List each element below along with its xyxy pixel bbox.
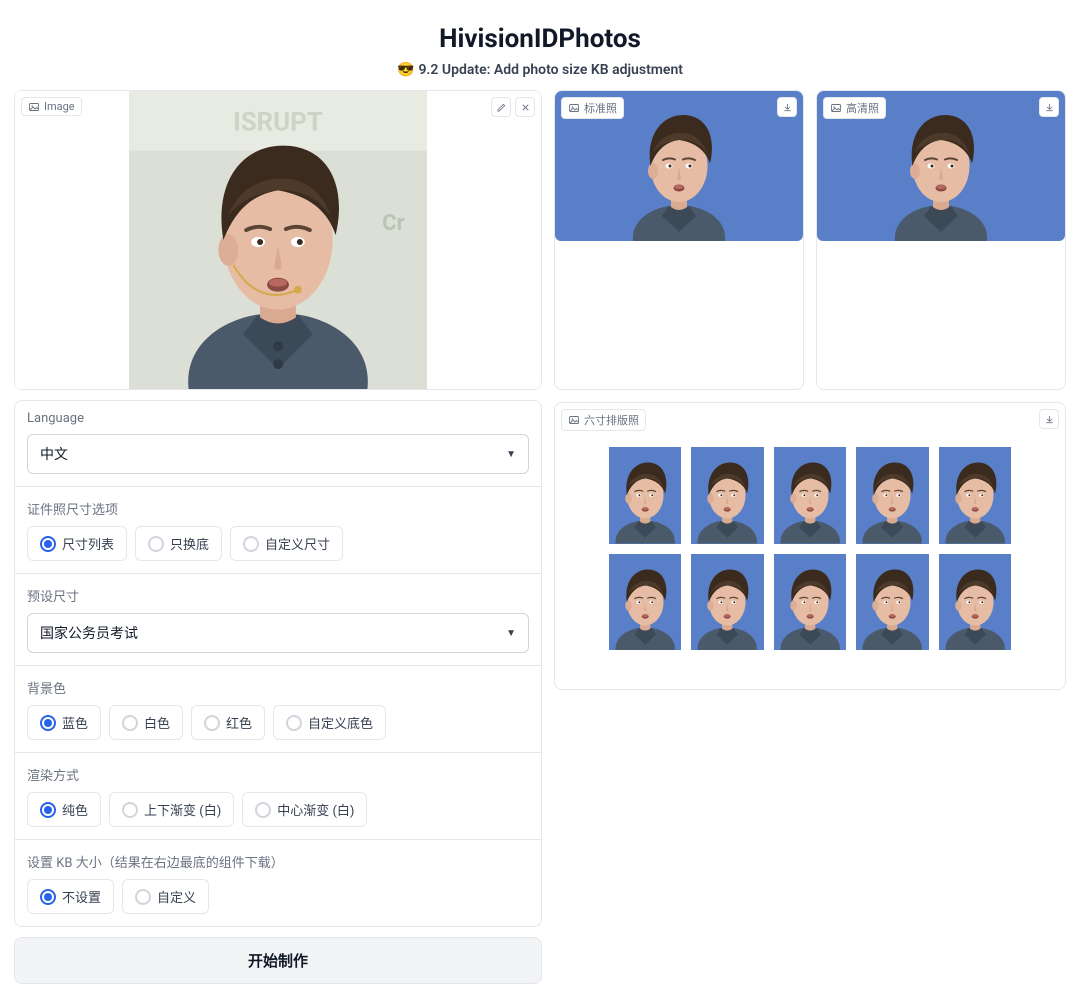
chevron-down-icon: ▼	[506, 628, 516, 639]
photo-grid	[609, 447, 1011, 650]
submit-button[interactable]: 开始制作	[14, 937, 542, 984]
radio-label: 尺寸列表	[62, 534, 114, 553]
layout-photo-tile	[939, 554, 1011, 651]
layout-photo-tile	[774, 447, 846, 544]
radio-dot	[40, 536, 56, 552]
standard-output-label: 标准照	[561, 97, 624, 119]
standard-label-text: 标准照	[584, 100, 617, 116]
x-icon	[520, 102, 531, 113]
image-icon	[568, 414, 580, 426]
layout-photo-tile	[856, 447, 928, 544]
kb-setting-radios: 不设置 自定义	[27, 879, 529, 914]
image-icon	[568, 102, 580, 114]
radio-label: 纯色	[62, 800, 88, 819]
radio-dot	[255, 802, 271, 818]
download-hd-button[interactable]	[1039, 97, 1059, 117]
size-option-option[interactable]: 只换底	[135, 526, 222, 561]
layout-photo-tile	[609, 447, 681, 544]
hd-label-text: 高清照	[846, 100, 879, 116]
radio-dot	[122, 802, 138, 818]
page-title: HivisionIDPhotos	[14, 24, 1066, 54]
download-icon	[1044, 414, 1055, 425]
preset-size-selected: 国家公务员考试	[40, 623, 138, 643]
size-option-option[interactable]: 自定义尺寸	[230, 526, 343, 561]
layout-photo-tile	[939, 447, 1011, 544]
layout-photo-tile	[856, 554, 928, 651]
size-option-option[interactable]: 尺寸列表	[27, 526, 127, 561]
radio-label: 红色	[226, 713, 252, 732]
hd-output-panel: 高清照	[816, 90, 1066, 390]
radio-label: 自定义	[157, 887, 196, 906]
radio-label: 白色	[144, 713, 170, 732]
radio-dot	[243, 536, 259, 552]
image-icon	[28, 101, 40, 113]
language-select[interactable]: 中文 ▼	[27, 434, 529, 474]
radio-label: 自定义尺寸	[265, 534, 330, 553]
layout-photo-tile	[609, 554, 681, 651]
bg-color-label: 背景色	[27, 678, 529, 697]
radio-dot	[148, 536, 164, 552]
layout-photo-tile	[691, 554, 763, 651]
bg-color-option[interactable]: 白色	[109, 705, 183, 740]
preset-size-label: 预设尺寸	[27, 586, 529, 605]
download-standard-button[interactable]	[777, 97, 797, 117]
radio-dot	[286, 715, 302, 731]
render-mode-label: 渲染方式	[27, 765, 529, 784]
download-icon	[1044, 102, 1055, 113]
image-icon	[830, 102, 842, 114]
radio-label: 中心渐变 (白)	[277, 800, 354, 819]
layout-label-text: 六寸排版照	[584, 412, 639, 428]
layout-photo-tile	[774, 554, 846, 651]
page-subtitle: 😎9.2 Update: Add photo size KB adjustmen…	[14, 62, 1066, 78]
radio-dot	[135, 889, 151, 905]
bg-color-option[interactable]: 红色	[191, 705, 265, 740]
input-image-label: Image	[21, 97, 82, 116]
input-image-panel[interactable]: Image	[14, 90, 542, 390]
render-mode-option[interactable]: 中心渐变 (白)	[242, 792, 367, 827]
layout-output-label: 六寸排版照	[561, 409, 646, 431]
clear-image-button[interactable]	[515, 97, 535, 117]
radio-dot	[122, 715, 138, 731]
preset-size-select[interactable]: 国家公务员考试 ▼	[27, 613, 529, 653]
render-mode-option[interactable]: 纯色	[27, 792, 101, 827]
radio-label: 自定义底色	[308, 713, 373, 732]
radio-label: 只换底	[170, 534, 209, 553]
subtitle-emoji: 😎	[397, 62, 414, 78]
kb-setting-option[interactable]: 不设置	[27, 879, 114, 914]
radio-dot	[204, 715, 220, 731]
language-selected: 中文	[40, 444, 68, 464]
kb-setting-label: 设置 KB 大小（结果在右边最底的组件下载）	[27, 852, 529, 871]
layout-output-panel: 六寸排版照	[554, 402, 1066, 690]
bg-color-radios: 蓝色 白色 红色 自定义底色	[27, 705, 529, 740]
chevron-down-icon: ▼	[506, 449, 516, 460]
layout-photo-tile	[691, 447, 763, 544]
edit-image-button[interactable]	[491, 97, 511, 117]
input-image-label-text: Image	[44, 100, 75, 113]
bg-color-option[interactable]: 自定义底色	[273, 705, 386, 740]
radio-label: 上下渐变 (白)	[144, 800, 221, 819]
pencil-icon	[496, 102, 507, 113]
size-option-label: 证件照尺寸选项	[27, 499, 529, 518]
render-mode-option[interactable]: 上下渐变 (白)	[109, 792, 234, 827]
bg-color-option[interactable]: 蓝色	[27, 705, 101, 740]
standard-output-panel: 标准照	[554, 90, 804, 390]
radio-dot	[40, 802, 56, 818]
input-portrait	[15, 91, 541, 389]
download-layout-button[interactable]	[1039, 409, 1059, 429]
radio-label: 不设置	[62, 887, 101, 906]
radio-dot	[40, 715, 56, 731]
kb-setting-option[interactable]: 自定义	[122, 879, 209, 914]
language-label: Language	[27, 411, 529, 426]
radio-label: 蓝色	[62, 713, 88, 732]
hd-output-label: 高清照	[823, 97, 886, 119]
render-mode-radios: 纯色 上下渐变 (白) 中心渐变 (白)	[27, 792, 529, 827]
subtitle-text: 9.2 Update: Add photo size KB adjustment	[418, 62, 683, 78]
size-option-radios: 尺寸列表 只换底 自定义尺寸	[27, 526, 529, 561]
download-icon	[782, 102, 793, 113]
radio-dot	[40, 889, 56, 905]
